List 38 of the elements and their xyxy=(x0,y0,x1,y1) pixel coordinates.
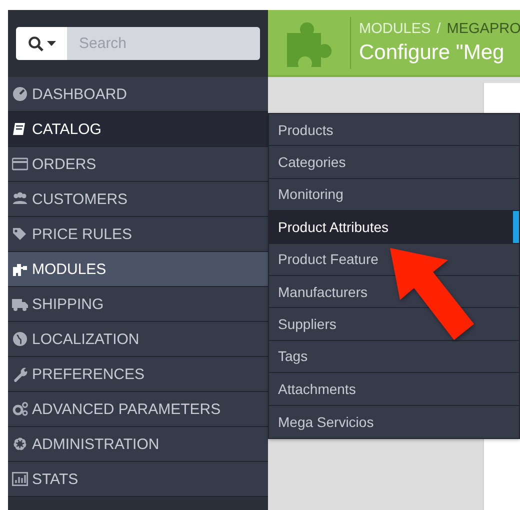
sidebar-item[interactable]: LOCALIZATION xyxy=(8,322,268,357)
sidebar-item[interactable]: PRICE RULES xyxy=(8,217,268,252)
menu-icon xyxy=(12,86,28,102)
menu-icon xyxy=(12,226,28,242)
submenu-item[interactable]: Tags xyxy=(269,340,519,374)
sidebar-item[interactable]: ORDERS xyxy=(8,147,268,182)
submenu-item[interactable]: Products xyxy=(269,114,519,146)
breadcrumb-separator: / xyxy=(436,20,441,36)
sidebar-item[interactable]: SHIPPING xyxy=(8,287,268,322)
search-field[interactable]: Search xyxy=(67,27,260,60)
menu-icon xyxy=(12,156,28,172)
submenu-item[interactable]: Mega Servicios xyxy=(269,406,519,438)
menu-icon xyxy=(12,436,28,452)
search-button[interactable] xyxy=(16,27,67,60)
menu-icon xyxy=(12,366,28,382)
sidebar-item[interactable]: STATS xyxy=(8,462,268,497)
search-icon xyxy=(28,36,44,52)
menu-icon xyxy=(12,331,28,347)
submenu-item[interactable]: Product Attributes xyxy=(269,211,519,244)
menu-icon xyxy=(12,296,28,312)
menu-icon xyxy=(12,191,28,207)
menu-icon xyxy=(12,471,28,487)
active-indicator xyxy=(513,211,519,243)
submenu-item[interactable]: Attachments xyxy=(269,373,519,406)
menu-icon xyxy=(12,401,28,417)
menu-icon xyxy=(12,121,28,137)
sidebar-item[interactable]: PREFERENCES xyxy=(8,357,268,392)
sidebar-item[interactable]: DASHBOARD xyxy=(8,77,268,112)
breadcrumb-item[interactable]: MEGAPRO xyxy=(446,20,520,36)
caret-icon xyxy=(46,41,56,46)
sidebar-item[interactable]: ADMINISTRATION xyxy=(8,427,268,462)
sidebar-item[interactable]: MODULES xyxy=(8,252,268,287)
sidebar-item[interactable]: CATALOG xyxy=(8,112,268,147)
submenu-item[interactable]: Categories xyxy=(269,146,519,179)
menu-icon xyxy=(12,261,28,277)
sidebar-item[interactable]: CUSTOMERS xyxy=(8,182,268,217)
page-title: Configure "Meg xyxy=(359,40,506,64)
sidebar-item[interactable]: ADVANCED PARAMETERS xyxy=(8,392,268,427)
